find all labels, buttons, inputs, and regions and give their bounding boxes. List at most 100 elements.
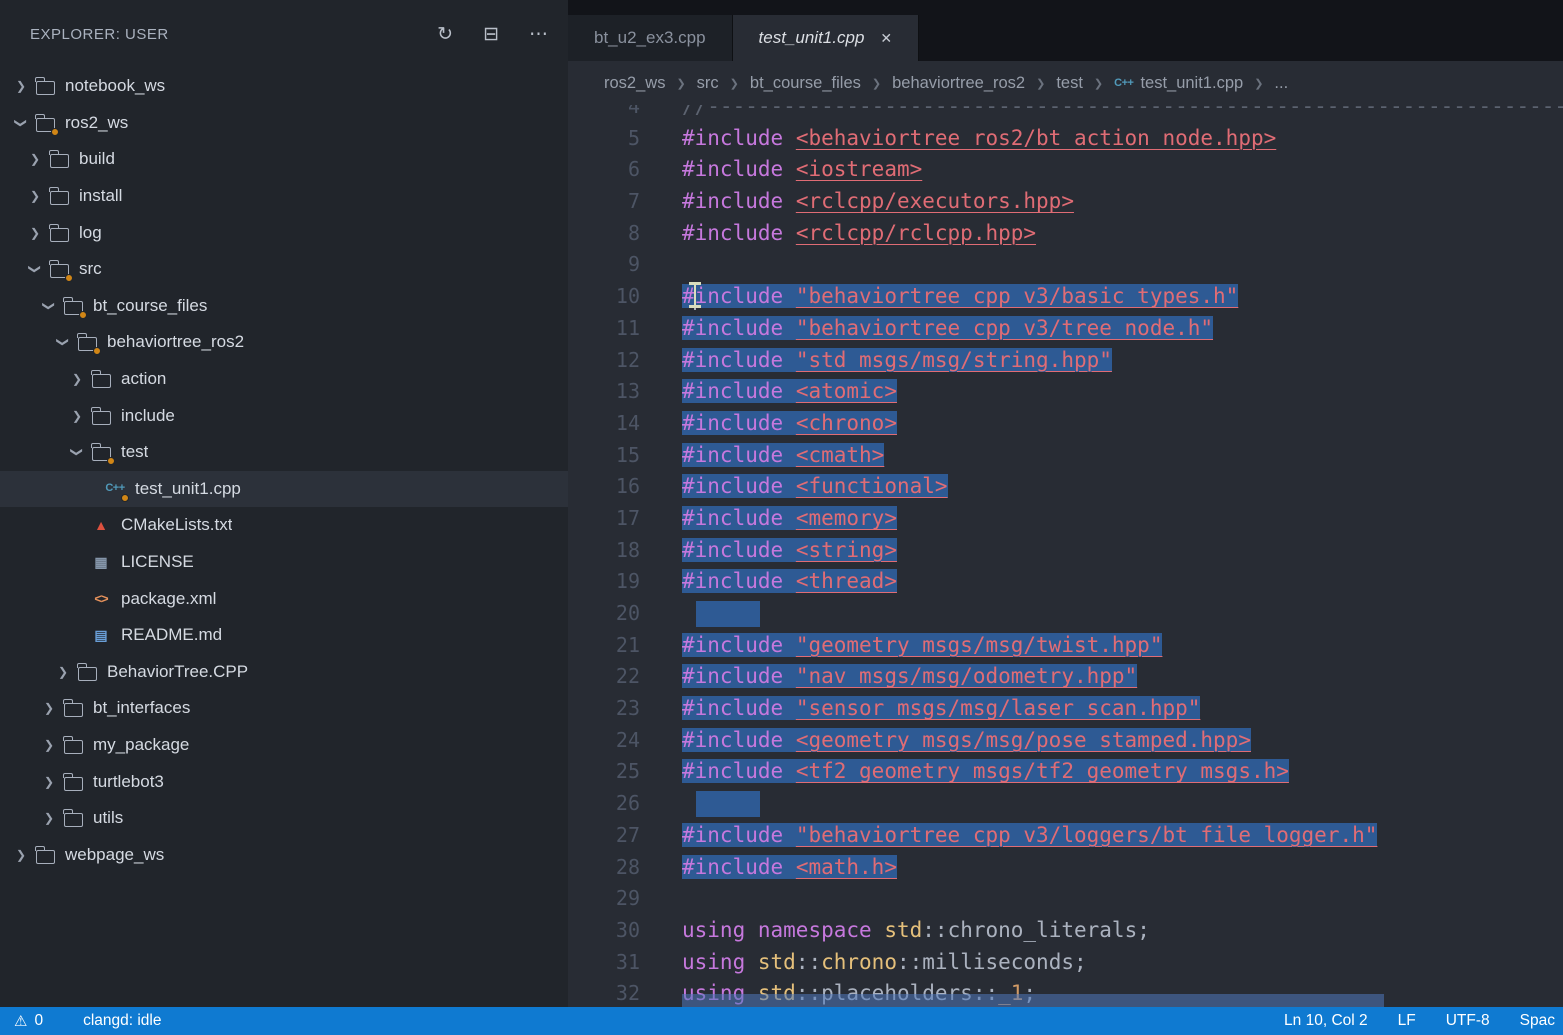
code-line[interactable]: 4//-------------------------------------… bbox=[568, 105, 1563, 123]
tree-item-label: package.xml bbox=[121, 589, 216, 609]
folder-icon bbox=[74, 661, 100, 683]
code-text: using std::chrono::milliseconds; bbox=[682, 950, 1087, 974]
chevron-right-icon[interactable]: ❯ bbox=[38, 775, 60, 789]
breadcrumb-item[interactable]: test bbox=[1056, 74, 1083, 93]
tree-item-package.xml[interactable]: <>package.xml bbox=[0, 580, 568, 617]
tree-item-ros2_ws[interactable]: ❯ros2_ws bbox=[0, 105, 568, 142]
tree-item-label: webpage_ws bbox=[65, 845, 164, 865]
code-line[interactable]: 22#include "nav_msgs/msg/odometry.hpp" bbox=[568, 661, 1563, 693]
tree-item-action[interactable]: ❯action bbox=[0, 361, 568, 398]
chevron-right-icon[interactable]: ❯ bbox=[24, 152, 46, 166]
tree-item-install[interactable]: ❯install bbox=[0, 178, 568, 215]
chevron-right-icon[interactable]: ❯ bbox=[10, 79, 32, 93]
chevron-right-icon[interactable]: ❯ bbox=[24, 189, 46, 203]
tree-item-my_package[interactable]: ❯my_package bbox=[0, 727, 568, 764]
tree-item-test[interactable]: ❯test bbox=[0, 434, 568, 471]
code-line[interactable]: 21 #include "geometry_msgs/msg/twist.hpp" bbox=[568, 630, 1563, 662]
tab-test_unit1.cpp[interactable]: test_unit1.cpp✕ bbox=[733, 15, 920, 61]
code-line[interactable]: 17#include <memory> bbox=[568, 503, 1563, 535]
tree-item-notebook_ws[interactable]: ❯notebook_ws bbox=[0, 68, 568, 105]
code-line[interactable]: 7#include <rclcpp/executors.hpp> bbox=[568, 186, 1563, 218]
code-text: #include "geometry_msgs/msg/twist.hpp" bbox=[682, 633, 1162, 657]
chevron-right-icon[interactable]: ❯ bbox=[66, 372, 88, 386]
chevron-right-icon[interactable]: ❯ bbox=[52, 665, 74, 679]
code-line[interactable]: 12#include "std_msgs/msg/string.hpp" bbox=[568, 345, 1563, 377]
tree-item-CMakeLists.txt[interactable]: ▲CMakeLists.txt bbox=[0, 507, 568, 544]
code-line[interactable]: 27#include "behaviortree_cpp_v3/loggers/… bbox=[568, 820, 1563, 852]
breadcrumb-item[interactable]: ros2_ws bbox=[604, 74, 665, 93]
tree-item-test_unit1.cpp[interactable]: C++test_unit1.cpp bbox=[0, 471, 568, 508]
code-line[interactable]: 26 bbox=[568, 788, 1563, 820]
status-item[interactable]: Ln 10, Col 2 bbox=[1284, 1012, 1368, 1030]
code-line[interactable]: 23#include "sensor_msgs/msg/laser_scan.h… bbox=[568, 693, 1563, 725]
chevron-right-icon[interactable]: ❯ bbox=[66, 409, 88, 423]
breadcrumb-item[interactable]: src bbox=[697, 74, 719, 93]
tree-item-build[interactable]: ❯build bbox=[0, 141, 568, 178]
tree-item-bt_course_files[interactable]: ❯bt_course_files bbox=[0, 288, 568, 325]
code-line[interactable]: 19#include <thread> bbox=[568, 566, 1563, 598]
horizontal-scrollbar[interactable] bbox=[682, 994, 1384, 1007]
code-line[interactable]: 30using namespace std::chrono_literals; bbox=[568, 915, 1563, 947]
cpp-file-icon: C++ bbox=[1114, 78, 1133, 89]
code-line[interactable]: 6#include <iostream> bbox=[568, 154, 1563, 186]
code-line[interactable]: 20 bbox=[568, 598, 1563, 630]
code-line[interactable]: 8#include <rclcpp/rclcpp.hpp> bbox=[568, 218, 1563, 250]
tree-item-label: include bbox=[121, 406, 175, 426]
readme-file-icon: ▤ bbox=[88, 624, 114, 646]
code-line[interactable]: 25#include <tf2_geometry_msgs/tf2_geomet… bbox=[568, 756, 1563, 788]
chevron-down-icon[interactable]: ❯ bbox=[70, 441, 84, 463]
chevron-down-icon[interactable]: ❯ bbox=[42, 295, 56, 317]
chevron-down-icon[interactable]: ❯ bbox=[28, 258, 42, 280]
tree-item-bt_interfaces[interactable]: ❯bt_interfaces bbox=[0, 690, 568, 727]
tree-item-src[interactable]: ❯src bbox=[0, 251, 568, 288]
tree-item-webpage_ws[interactable]: ❯ webpage_ws bbox=[0, 836, 568, 873]
git-modified-dot bbox=[79, 311, 87, 319]
chevron-down-icon[interactable]: ❯ bbox=[14, 112, 28, 134]
code-line[interactable]: 9 bbox=[568, 249, 1563, 281]
breadcrumb-item[interactable]: bt_course_files bbox=[750, 74, 861, 93]
breadcrumb-item[interactable]: ... bbox=[1274, 74, 1288, 93]
code-line[interactable]: 29 bbox=[568, 883, 1563, 915]
tree-item-LICENSE[interactable]: ▦LICENSE bbox=[0, 544, 568, 581]
tree-item-include[interactable]: ❯ include bbox=[0, 397, 568, 434]
code-line[interactable]: 10#include "behaviortree_cpp_v3/basic_ty… bbox=[568, 281, 1563, 313]
tree-item-BehaviorTree.CPP[interactable]: ❯BehaviorTree.CPP bbox=[0, 654, 568, 691]
status-item[interactable]: Spac bbox=[1520, 1012, 1555, 1030]
tree-item-turtlebot3[interactable]: ❯turtlebot3 bbox=[0, 763, 568, 800]
close-icon[interactable]: ✕ bbox=[880, 30, 892, 47]
tree-item-README.md[interactable]: ▤README.md bbox=[0, 617, 568, 654]
code-editor[interactable]: 4//-------------------------------------… bbox=[568, 105, 1563, 1007]
tree-item-behaviortree_ros2[interactable]: ❯behaviortree_ros2 bbox=[0, 324, 568, 361]
code-line[interactable]: 14#include <chrono> bbox=[568, 408, 1563, 440]
more-actions-icon[interactable]: ⋯ bbox=[529, 25, 548, 44]
code-line[interactable]: 24#include <geometry_msgs/msg/pose_stamp… bbox=[568, 725, 1563, 757]
code-line[interactable]: 28#include <math.h> bbox=[568, 852, 1563, 884]
breadcrumb-item[interactable]: test_unit1.cpp bbox=[1140, 74, 1243, 93]
chevron-right-icon[interactable]: ❯ bbox=[24, 226, 46, 240]
chevron-right-icon[interactable]: ❯ bbox=[38, 738, 60, 752]
code-line[interactable]: 15#include <cmath> bbox=[568, 440, 1563, 472]
tab-bt_u2_ex3.cpp[interactable]: bt_u2_ex3.cpp bbox=[568, 15, 733, 61]
chevron-right-icon[interactable]: ❯ bbox=[38, 811, 60, 825]
clangd-status[interactable]: clangd: idle bbox=[83, 1012, 161, 1030]
code-line[interactable]: 11#include "behaviortree_cpp_v3/tree_nod… bbox=[568, 313, 1563, 345]
code-line[interactable]: 13#include <atomic> bbox=[568, 376, 1563, 408]
breadcrumb: ros2_ws❯src❯bt_course_files❯behaviortree… bbox=[568, 61, 1563, 105]
collapse-folders-icon[interactable]: ⊟ bbox=[483, 25, 499, 44]
code-line[interactable]: 18#include <string> bbox=[568, 535, 1563, 567]
refresh-explorer-icon[interactable]: ↻ bbox=[437, 25, 453, 44]
code-line[interactable]: 16#include <functional> bbox=[568, 471, 1563, 503]
problems-indicator[interactable]: ⚠ 0 bbox=[14, 1012, 43, 1030]
code-line[interactable]: 31using std::chrono::milliseconds; bbox=[568, 947, 1563, 979]
status-item[interactable]: UTF-8 bbox=[1446, 1012, 1490, 1030]
chevron-right-icon[interactable]: ❯ bbox=[10, 848, 32, 862]
chevron-down-icon[interactable]: ❯ bbox=[56, 331, 70, 353]
breadcrumb-item[interactable]: behaviortree_ros2 bbox=[892, 74, 1025, 93]
chevron-right-icon[interactable]: ❯ bbox=[38, 701, 60, 715]
tree-item-utils[interactable]: ❯utils bbox=[0, 800, 568, 837]
cpp-file-icon: C++ bbox=[102, 478, 128, 500]
status-item[interactable]: LF bbox=[1398, 1012, 1416, 1030]
line-number: 21 bbox=[568, 630, 640, 662]
code-line[interactable]: 5#include <behaviortree_ros2/bt_action_n… bbox=[568, 123, 1563, 155]
tree-item-log[interactable]: ❯log bbox=[0, 214, 568, 251]
